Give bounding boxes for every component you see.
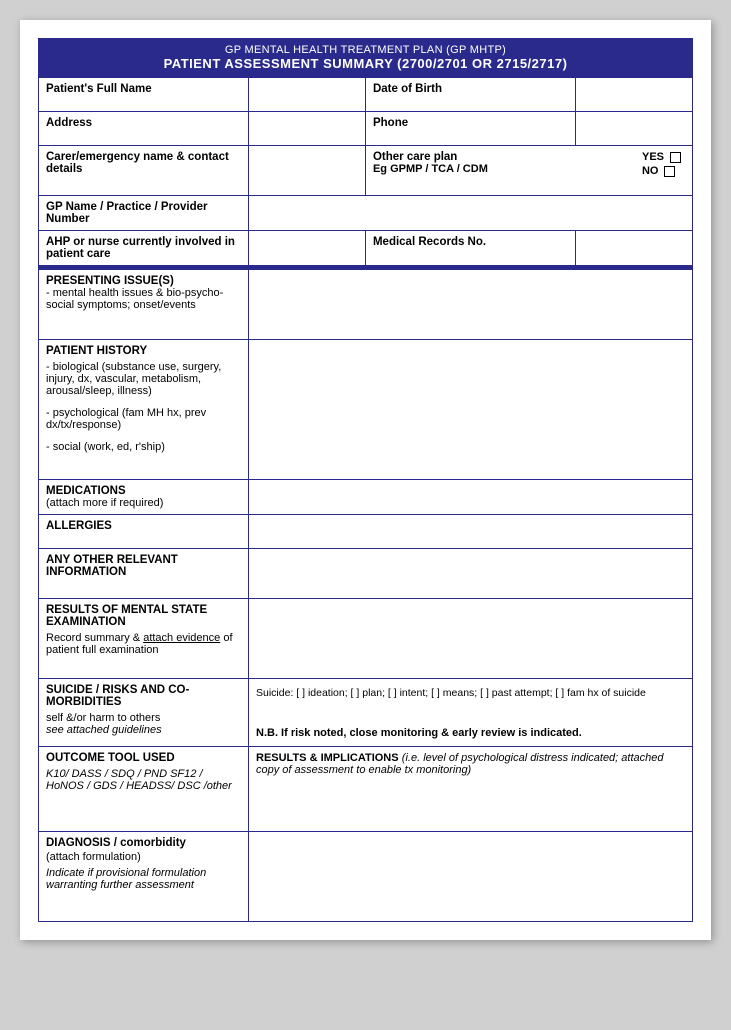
- phone-value[interactable]: [575, 112, 692, 146]
- medications-value[interactable]: [249, 480, 693, 515]
- suicide-label: SUICIDE / RISKS AND CO-MORBIDITIES self …: [39, 679, 249, 747]
- page-header: GP MENTAL HEALTH TREATMENT PLAN (GP MHTP…: [38, 38, 693, 77]
- table-row: ALLERGIES: [39, 515, 693, 549]
- nb-text: N.B. If risk noted, close monitoring & e…: [256, 723, 685, 741]
- allergies-label: ALLERGIES: [39, 515, 249, 549]
- table-row: SUICIDE / RISKS AND CO-MORBIDITIES self …: [39, 679, 693, 747]
- presenting-label: PRESENTING ISSUE(S) - mental health issu…: [39, 270, 249, 340]
- table-row: AHP or nurse currently involved in patie…: [39, 231, 693, 267]
- medical-records-label: Medical Records No.: [365, 231, 575, 267]
- other-care-plan-cell: Other care plan Eg GPMP / TCA / CDM YES …: [365, 146, 692, 196]
- suicide-value: Suicide: [ ] ideation; [ ] plan; [ ] int…: [249, 679, 693, 747]
- carer-label: Carer/emergency name & contact details: [39, 146, 249, 196]
- no-label: NO: [642, 165, 659, 177]
- other-care-plan-label: Other care plan: [373, 151, 488, 163]
- table-row: ANY OTHER RELEVANT INFORMATION: [39, 549, 693, 599]
- table-row: OUTCOME TOOL USED K10/ DASS / SDQ / PND …: [39, 747, 693, 832]
- eg-label: Eg GPMP / TCA / CDM: [373, 163, 488, 175]
- ahp-label: AHP or nurse currently involved in patie…: [39, 231, 249, 267]
- yes-checkbox[interactable]: [670, 152, 681, 163]
- presenting-value[interactable]: [249, 270, 693, 340]
- address-label: Address: [39, 112, 249, 146]
- page: GP MENTAL HEALTH TREATMENT PLAN (GP MHTP…: [20, 20, 711, 940]
- table-row: Carer/emergency name & contact details O…: [39, 146, 693, 196]
- any-other-label: ANY OTHER RELEVANT INFORMATION: [39, 549, 249, 599]
- address-value[interactable]: [249, 112, 366, 146]
- dob-value[interactable]: [575, 78, 692, 112]
- mse-label: RESULTS OF MENTAL STATE EXAMINATION Reco…: [39, 599, 249, 679]
- phone-label: Phone: [365, 112, 575, 146]
- table-row: PRESENTING ISSUE(S) - mental health issu…: [39, 270, 693, 340]
- header-line1: GP MENTAL HEALTH TREATMENT PLAN (GP MHTP…: [42, 44, 689, 56]
- table-row: GP Name / Practice / Provider Number: [39, 196, 693, 231]
- table-row: Address Phone: [39, 112, 693, 146]
- gp-name-value[interactable]: [249, 196, 693, 231]
- table-row: PATIENT HISTORY - biological (substance …: [39, 340, 693, 480]
- diagnosis-label: DIAGNOSIS / comorbidity (attach formulat…: [39, 832, 249, 922]
- table-row: RESULTS OF MENTAL STATE EXAMINATION Reco…: [39, 599, 693, 679]
- table-row: DIAGNOSIS / comorbidity (attach formulat…: [39, 832, 693, 922]
- patient-name-label: Patient's Full Name: [39, 78, 249, 112]
- outcome-value: RESULTS & IMPLICATIONS (i.e. level of ps…: [249, 747, 693, 832]
- patient-name-value[interactable]: [249, 78, 366, 112]
- table-row: Patient's Full Name Date of Birth: [39, 78, 693, 112]
- mse-value[interactable]: [249, 599, 693, 679]
- allergies-value[interactable]: [249, 515, 693, 549]
- no-checkbox[interactable]: [664, 166, 675, 177]
- suicide-checkboxes: Suicide: [ ] ideation; [ ] plan; [ ] int…: [256, 684, 685, 701]
- diagnosis-value[interactable]: [249, 832, 693, 922]
- medications-label: MEDICATIONS (attach more if required): [39, 480, 249, 515]
- carer-value[interactable]: [249, 146, 366, 196]
- any-other-value[interactable]: [249, 549, 693, 599]
- header-line2: PATIENT ASSESSMENT SUMMARY (2700/2701 OR…: [42, 56, 689, 71]
- patient-history-label: PATIENT HISTORY - biological (substance …: [39, 340, 249, 480]
- table-row: MEDICATIONS (attach more if required): [39, 480, 693, 515]
- outcome-label: OUTCOME TOOL USED K10/ DASS / SDQ / PND …: [39, 747, 249, 832]
- patient-history-value[interactable]: [249, 340, 693, 480]
- yes-label: YES: [642, 151, 664, 163]
- gp-name-label: GP Name / Practice / Provider Number: [39, 196, 249, 231]
- medical-records-value[interactable]: [575, 231, 692, 267]
- dob-label: Date of Birth: [365, 78, 575, 112]
- ahp-value[interactable]: [249, 231, 366, 267]
- form-table: Patient's Full Name Date of Birth Addres…: [38, 77, 693, 922]
